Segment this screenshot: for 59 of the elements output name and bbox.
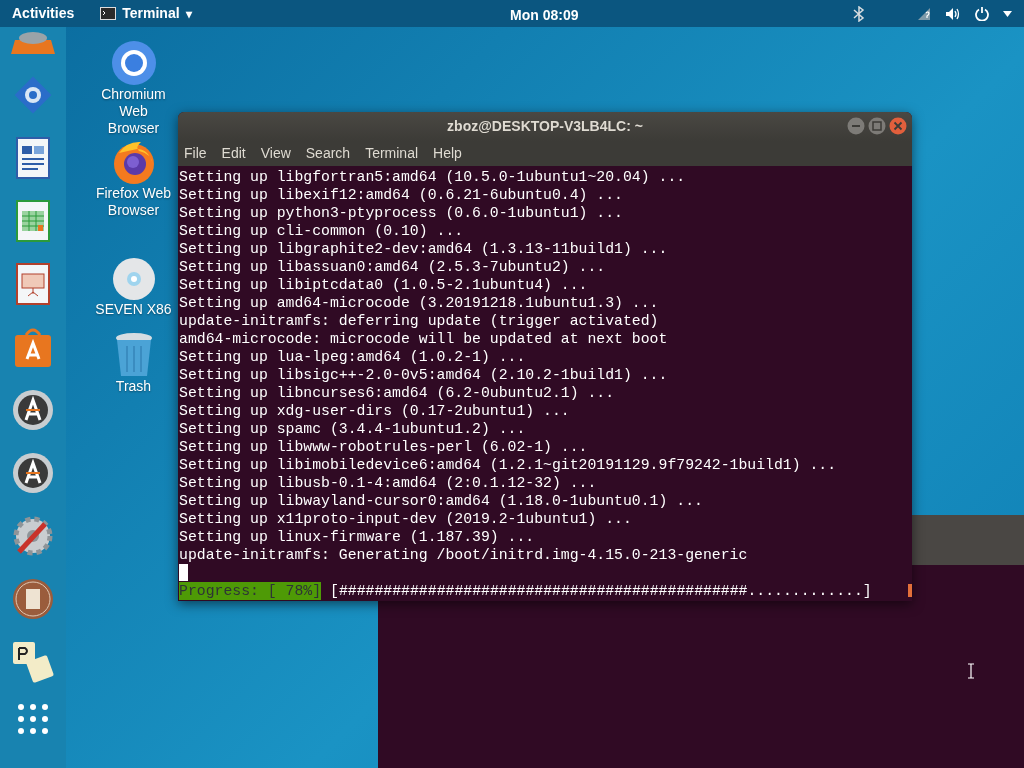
menu-item[interactable]: View <box>260 143 291 164</box>
software-updater-icon[interactable] <box>11 388 55 432</box>
terminal-line: Setting up libgraphite2-dev:amd64 (1.3.13-11build1) ... <box>179 240 668 258</box>
terminal-line: Setting up lua-lpeg:amd64 (1.0.2-1) ... <box>179 348 526 366</box>
terminal-line: Setting up python3-ptyprocess (0.6.0-1ubuntu1) ... <box>179 204 623 222</box>
menu-item[interactable]: Help <box>433 143 462 164</box>
progress-label: Progress: [ 78%] <box>179 582 322 600</box>
app-menu[interactable]: Terminal ▾ <box>100 3 192 24</box>
terminal-line: Setting up libiptcdata0 (1.0.5-2.1ubuntu4) ... <box>179 276 588 294</box>
terminal-line: update-initramfs: deferring update (trigger activated) <box>179 312 659 330</box>
terminal-line: Setting up cli-common (0.10) ... <box>179 222 464 240</box>
terminal-line: Setting up xdg-user-dirs (0.17-2ubuntu1) ... <box>179 402 570 420</box>
text-cursor-icon <box>967 663 975 679</box>
terminal-cursor <box>908 584 912 597</box>
desktop-icon-label[interactable]: Firefox Web Browser <box>93 185 174 219</box>
power-icon[interactable] <box>975 6 989 21</box>
clock[interactable]: Mon 08:09 <box>510 5 579 26</box>
terminal-line: Setting up libsigc++-2.0-0v5:amd64 (2.10.2-1build1) ... <box>179 366 668 384</box>
scroll-icon[interactable] <box>11 577 55 621</box>
terminal-line: Setting up libncurses6:amd64 (6.2-0ubuntu2.1) ... <box>179 384 615 402</box>
minimize-button[interactable] <box>847 117 865 135</box>
terminal-line: Setting up x11proto-input-dev (2019.2-1ubuntu1) ... <box>179 510 632 528</box>
terminal-line: Setting up libwayland-cursor0:amd64 (1.18.0-1ubuntu0.1) ... <box>179 492 703 510</box>
app-grid-icon[interactable] <box>17 703 49 735</box>
progress-bar-text: [##############################################.............] <box>330 582 872 600</box>
terminal-line: Setting up libassuan0:amd64 (2.5.3-7ubuntu2) ... <box>179 258 606 276</box>
trash-icon <box>113 332 154 378</box>
terminal-cursor <box>179 564 188 581</box>
letter-tiles-icon[interactable] <box>11 640 55 684</box>
terminal-line: Setting up libgfortran5:amd64 (10.5.0-1ubuntu1~20.04) ... <box>179 168 686 186</box>
desktop-icon-label[interactable]: Trash <box>93 378 174 395</box>
window-title: zboz@DESKTOP-V3LB4LC: ~ <box>447 117 643 136</box>
menu-item[interactable]: Edit <box>221 143 246 164</box>
terminal-line: amd64-microcode: microcode will be updated at next boot <box>179 330 668 348</box>
close-button[interactable] <box>889 117 907 135</box>
desktop-icon-label[interactable]: Chromium Web Browser <box>93 86 174 137</box>
terminal-line: Setting up spamc (3.4.4-1ubuntu1.2) ... <box>179 420 526 438</box>
terminal-line: Setting up libimobiledevice6:amd64 (1.2.1~git20191129.9f79242-1build1) ... <box>179 456 837 474</box>
terminal-line: Setting up linux-firmware (1.187.39) ... <box>179 528 535 546</box>
terminal-line: Setting up libwww-robotrules-perl (6.02-1) ... <box>179 438 588 456</box>
menu-item[interactable]: File <box>184 143 207 164</box>
terminal-line: Setting up amd64-microcode (3.20191218.1ubuntu1.3) ... <box>179 294 659 312</box>
desktop-icon-label[interactable]: SEVEN X86 <box>93 301 174 318</box>
activities-button[interactable]: Activities <box>12 3 75 24</box>
bluetooth-icon[interactable] <box>853 5 865 22</box>
chromium-icon <box>110 40 157 86</box>
software-updater-icon[interactable] <box>11 451 55 495</box>
terminal-line: Setting up libusb-0.1-4:amd64 (2:0.1.12-32) ... <box>179 474 597 492</box>
network-icon[interactable] <box>917 6 931 21</box>
volume-icon[interactable] <box>945 6 961 21</box>
menu-item[interactable]: Search <box>305 143 351 164</box>
wrench-gear-icon[interactable] <box>11 514 55 558</box>
terminal-line: update-initramfs: Generating /boot/initrd.img-4.15.0-213-generic <box>179 546 748 564</box>
terminal-icon <box>100 7 117 20</box>
maximize-button[interactable] <box>868 117 886 135</box>
disc-icon <box>111 257 156 301</box>
caret-icon[interactable] <box>1003 10 1012 17</box>
menu-item[interactable]: Terminal <box>365 143 419 164</box>
terminal-line: Setting up libexif12:amd64 (0.6.21-6ubuntu0.4) ... <box>179 186 623 204</box>
